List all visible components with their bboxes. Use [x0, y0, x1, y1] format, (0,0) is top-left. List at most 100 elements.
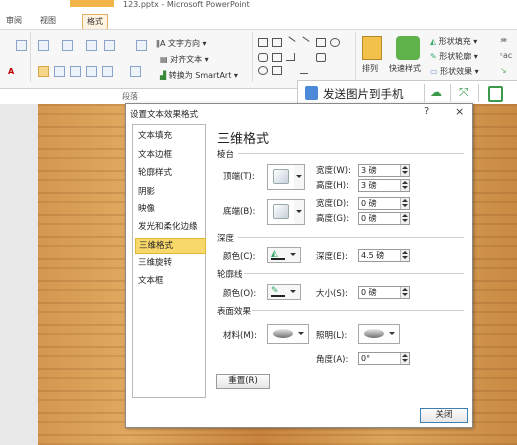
shape-line-icon[interactable] — [284, 36, 296, 48]
shape-textbox-icon[interactable] — [272, 38, 282, 47]
bevel-top-picker[interactable] — [267, 164, 295, 190]
category-3d-format[interactable]: 三维格式 — [135, 238, 206, 254]
convert-smartart-button[interactable]: ▟ 转换为 SmartArt ▾ — [160, 70, 238, 81]
increase-indent-icon[interactable] — [104, 40, 115, 51]
top-width-stepper[interactable]: 3 磅 — [358, 164, 410, 177]
format-text-effects-dialog: 设置文本效果格式 ? × 文本填充 文本边框 轮廓样式 阴影 映像 发光和柔化边… — [125, 103, 473, 428]
help-button[interactable]: ? — [424, 106, 429, 117]
tab-format[interactable]: 格式 — [82, 14, 108, 29]
category-list: 文本填充 文本边框 轮廓样式 阴影 映像 发光和柔化边缘 三维格式 三维旋转 文… — [132, 124, 206, 398]
divider — [424, 84, 425, 102]
spin-arrows-icon[interactable] — [400, 287, 409, 298]
select-icon[interactable]: ↘ — [500, 66, 507, 75]
shape-elbow-icon[interactable] — [286, 53, 295, 61]
close-icon[interactable]: × — [455, 105, 464, 118]
columns-icon[interactable] — [130, 66, 141, 77]
align-left-icon[interactable] — [38, 66, 49, 77]
top-height-stepper[interactable]: 3 磅 — [358, 179, 410, 192]
tab-view[interactable]: 视图 — [36, 14, 60, 28]
spin-arrows-icon[interactable] — [400, 213, 409, 224]
arrange-label[interactable]: 排列 — [362, 63, 378, 74]
close-button[interactable]: 关闭 — [420, 408, 468, 423]
paint-bucket-icon: ◭ — [430, 37, 439, 46]
chevron-down-icon — [298, 332, 304, 335]
distributed-icon[interactable] — [102, 66, 113, 77]
bottom-width-stepper[interactable]: 0 磅 — [358, 197, 410, 210]
save-icon[interactable] — [488, 86, 503, 102]
font-color-icon[interactable]: A — [8, 67, 14, 76]
shape-fill-button[interactable]: ◭ 形状填充 ▾ — [430, 36, 477, 47]
quick-styles-label[interactable]: 快速样式 — [389, 63, 421, 74]
lighting-picker[interactable] — [358, 324, 400, 344]
category-text-box[interactable]: 文本框 — [135, 274, 204, 289]
effects-icon: ▭ — [430, 67, 441, 76]
depth-color-picker[interactable]: ◭ — [267, 247, 301, 263]
decrease-indent-icon[interactable] — [86, 40, 97, 51]
title-bar: 123.pptx - Microsoft PowerPoint — [0, 0, 517, 13]
arrange-icon[interactable] — [362, 36, 382, 60]
replace-icon[interactable]: ᶜac — [500, 51, 512, 60]
format-icon[interactable] — [16, 40, 27, 51]
depth-stepper[interactable]: 4.5 磅 — [358, 249, 410, 262]
justify-icon[interactable] — [86, 66, 97, 77]
bottom-height-stepper[interactable]: 0 磅 — [358, 212, 410, 225]
category-outline-style[interactable]: 轮廓样式 — [135, 166, 204, 181]
cloud-icon[interactable]: ☁ — [430, 85, 442, 99]
text-direction-button[interactable]: ǁA 文字方向 ▾ — [156, 38, 207, 49]
bullets-icon[interactable] — [38, 40, 49, 51]
bottom-width-label: 宽度(D): — [316, 199, 350, 209]
top-width-label: 宽度(W): — [316, 166, 351, 176]
category-text-fill[interactable]: 文本填充 — [135, 129, 204, 144]
shape-brace-icon[interactable] — [272, 66, 282, 75]
shape-outline-button[interactable]: ✎ 形状轮廓 ▾ — [430, 51, 478, 62]
ribbon-tabs: 审阅 视图 格式 — [0, 13, 517, 29]
spin-arrows-icon[interactable] — [400, 353, 409, 364]
numbering-icon[interactable] — [62, 40, 73, 51]
shape-triangle-icon[interactable] — [272, 53, 282, 62]
paragraph-group-label: 段落 — [122, 92, 138, 101]
shape-oval-icon[interactable] — [330, 38, 340, 47]
category-3d-rotation[interactable]: 三维旋转 — [135, 256, 204, 271]
bevel-top-dropdown[interactable] — [294, 164, 305, 190]
align-text-button[interactable]: ▤ 对齐文本 ▾ — [160, 54, 209, 65]
align-right-icon[interactable] — [70, 66, 81, 77]
chevron-down-icon — [290, 253, 296, 256]
category-reflection[interactable]: 映像 — [135, 202, 204, 217]
spin-arrows-icon[interactable] — [400, 180, 409, 191]
shape-rounded-icon[interactable] — [258, 53, 268, 62]
bevel-bottom-label: 底端(B): — [223, 207, 256, 217]
reset-button[interactable]: 重置(R) — [216, 374, 270, 389]
category-text-border[interactable]: 文本边框 — [135, 148, 204, 163]
quick-styles-icon[interactable] — [396, 36, 420, 60]
shape-rightarrow-icon[interactable] — [316, 53, 326, 62]
shape-curve-icon[interactable] — [300, 66, 308, 74]
align-text-icon: ▤ — [160, 55, 171, 64]
align-center-icon[interactable] — [54, 66, 65, 77]
bevel-bottom-picker[interactable] — [267, 199, 295, 225]
shape-smiley-icon[interactable] — [258, 66, 268, 75]
spin-arrows-icon[interactable] — [400, 165, 409, 176]
material-picker[interactable] — [267, 324, 309, 344]
shape-effects-button[interactable]: ▭ 形状效果 ▾ — [430, 66, 479, 77]
depth-label: 深度(E): — [316, 252, 348, 262]
contour-section-title: 轮廓线 — [217, 270, 243, 280]
shape-rect-icon[interactable] — [258, 38, 268, 47]
find-icon[interactable]: ♒ — [500, 36, 507, 45]
line-spacing-icon[interactable] — [136, 40, 147, 51]
tab-review[interactable]: 审阅 — [2, 14, 26, 28]
window-title: 123.pptx - Microsoft PowerPoint — [123, 0, 250, 9]
angle-stepper[interactable]: 0° — [358, 352, 410, 365]
contextual-tab-header — [70, 0, 114, 7]
contour-color-picker[interactable]: ✎ — [267, 284, 301, 300]
fullscreen-icon[interactable]: ⤧ — [459, 85, 469, 100]
category-shadow[interactable]: 阴影 — [135, 185, 204, 200]
shape-square-icon[interactable] — [316, 38, 326, 47]
category-glow[interactable]: 发光和柔化边缘 — [135, 220, 204, 235]
shape-arrow-icon[interactable] — [298, 36, 310, 48]
spin-arrows-icon[interactable] — [400, 198, 409, 209]
bevel-bottom-dropdown[interactable] — [294, 199, 305, 225]
panel-title: 三维格式 — [217, 132, 270, 147]
contour-size-stepper[interactable]: 0 磅 — [358, 286, 410, 299]
smartart-icon: ▟ — [160, 71, 169, 80]
spin-arrows-icon[interactable] — [400, 250, 409, 261]
